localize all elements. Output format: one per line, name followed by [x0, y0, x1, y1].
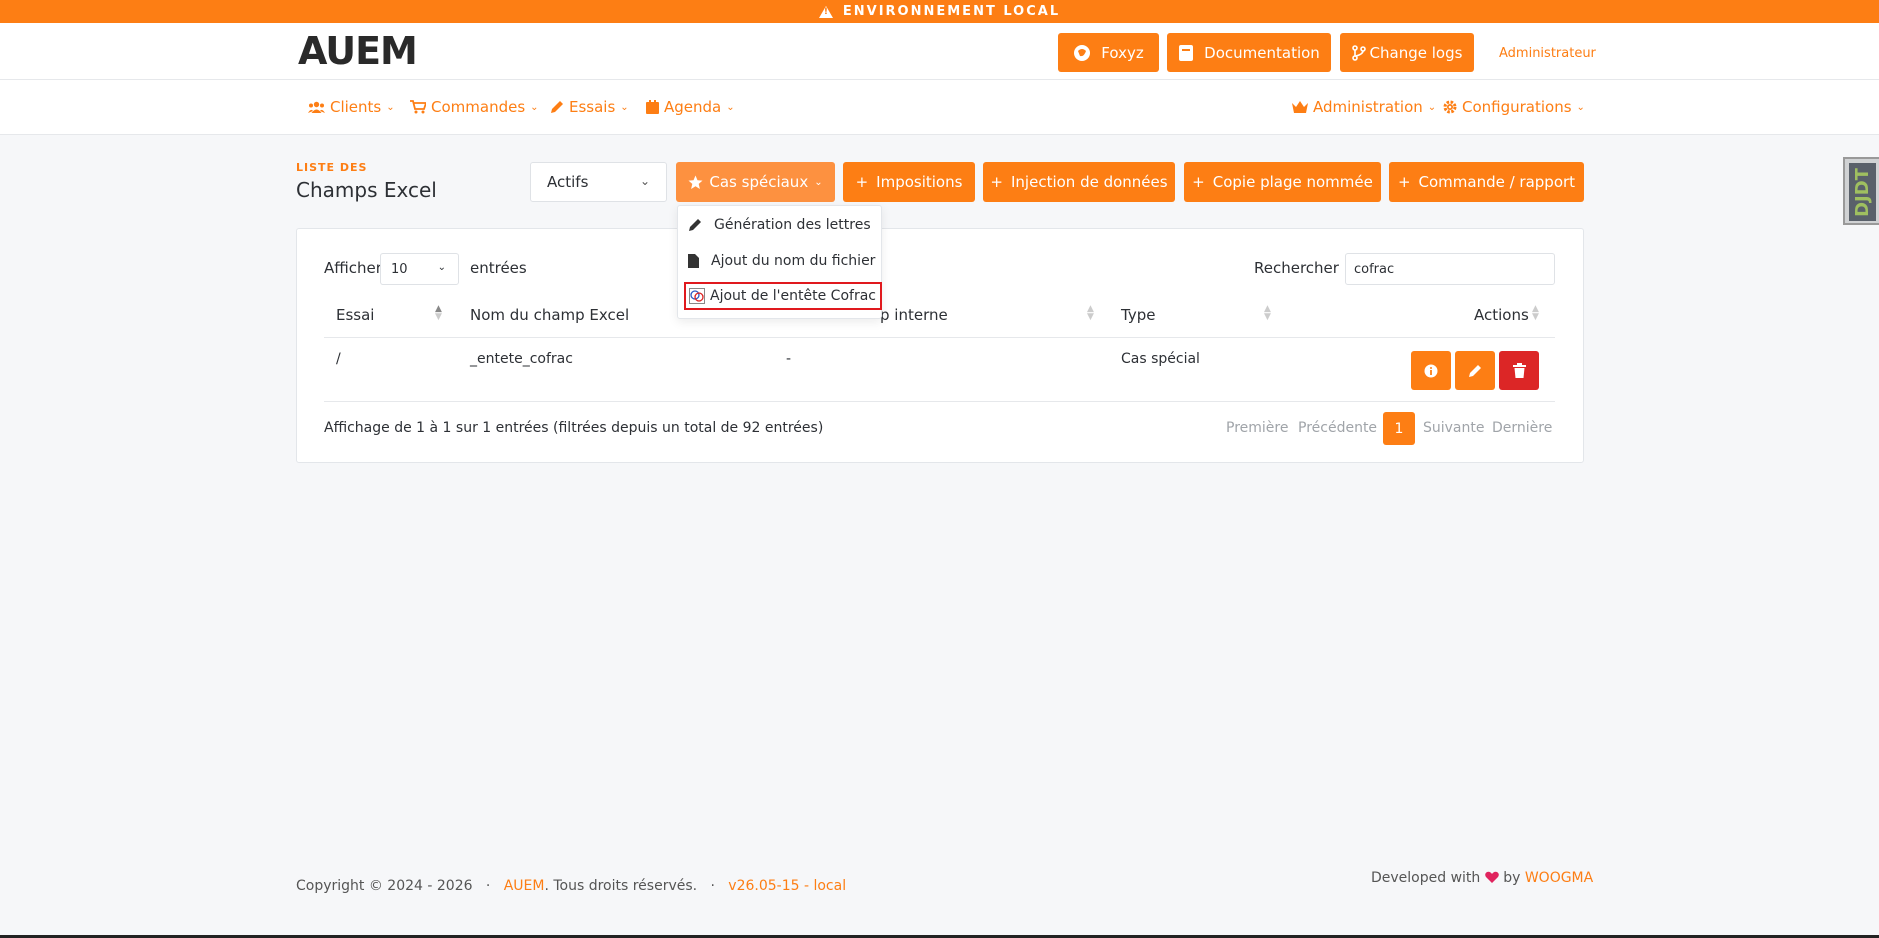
menu-item-generation-lettres[interactable]: Génération des lettres — [688, 217, 871, 233]
file-icon — [688, 254, 699, 268]
sort-icon[interactable]: ▲ ▼ — [1087, 305, 1094, 322]
page-title: Champs Excel — [296, 178, 437, 202]
environment-label: ENVIRONNEMENT LOCAL — [842, 4, 1061, 19]
chevron-down-icon: ⌄ — [620, 101, 629, 113]
pagination-previous[interactable]: Précédente — [1298, 420, 1377, 436]
column-header-actions: Actions — [1474, 306, 1529, 324]
plus-icon: + — [1192, 173, 1205, 191]
table-header-divider — [324, 337, 1555, 338]
git-branch-icon — [1351, 44, 1366, 61]
book-icon — [1179, 44, 1194, 61]
cell-champ-interne: - — [786, 351, 792, 367]
pencil-icon — [689, 219, 701, 231]
status-filter-select[interactable]: Actifs ⌄ — [530, 162, 667, 202]
table-footer-divider — [324, 401, 1555, 402]
main-navbar: Clients ⌄ Commandes ⌄ Essais ⌄ Agenda ⌄ Admi… — [0, 80, 1879, 135]
pagination-last[interactable]: Dernière — [1492, 420, 1552, 436]
page-subtitle: LISTE DES — [296, 161, 368, 174]
chevron-down-icon: ⌄ — [1427, 101, 1437, 113]
column-header-champ-interne[interactable]: p interne — [880, 306, 948, 324]
column-header-type[interactable]: Type — [1121, 306, 1155, 324]
footer-version-link[interactable]: v26.05-15 - local — [728, 878, 846, 894]
svg-text:AUEM: AUEM — [298, 33, 417, 69]
pagination-current-page[interactable]: 1 — [1383, 412, 1415, 445]
pagination-first[interactable]: Première — [1226, 420, 1288, 436]
gear-icon — [1443, 100, 1457, 114]
cell-type: Cas spécial — [1121, 351, 1200, 367]
nav-commandes[interactable]: Commandes ⌄ — [410, 98, 539, 116]
user-menu-link[interactable]: Administrateur — [1499, 46, 1596, 61]
auem-logo[interactable]: AUEM — [296, 33, 468, 69]
search-input[interactable] — [1345, 253, 1555, 285]
changelogs-button[interactable]: Change logs — [1340, 33, 1474, 72]
top-header: AUEM Foxyz Documentation Change logs Adm… — [0, 23, 1879, 80]
nav-configurations[interactable]: Configurations ⌄ — [1443, 98, 1585, 116]
pagination-next[interactable]: Suivante — [1423, 420, 1485, 436]
sort-icon[interactable]: ▲ ▼ — [1264, 305, 1271, 322]
chevron-down-icon: ⌄ — [530, 101, 539, 113]
table-info: Affichage de 1 à 1 sur 1 entrées (filtré… — [324, 420, 824, 436]
plus-icon: + — [855, 173, 869, 191]
heart-icon — [1484, 871, 1499, 883]
copie-plage-nommee-button[interactable]: + Copie plage nommée — [1184, 162, 1381, 202]
cart-icon — [410, 100, 426, 114]
plus-icon: + — [990, 173, 1003, 191]
chevron-down-icon: ⌄ — [639, 174, 650, 188]
footer-company-link[interactable]: WOOGMA — [1525, 870, 1593, 886]
commande-rapport-button[interactable]: + Commande / rapport — [1389, 162, 1584, 202]
chevron-down-icon: ⌄ — [1576, 101, 1585, 113]
pencil-icon — [1469, 364, 1481, 377]
entries-label: entrées — [470, 259, 527, 277]
impositions-button[interactable]: + Impositions — [843, 162, 975, 202]
users-icon — [308, 101, 325, 113]
trash-icon — [1512, 363, 1526, 378]
cas-speciaux-dropdown-button[interactable]: Cas spéciaux ⌄ — [676, 162, 835, 202]
search-label: Rechercher : — [1254, 259, 1349, 277]
pencil-icon — [551, 101, 563, 113]
nav-clients[interactable]: Clients ⌄ — [308, 98, 395, 116]
chevron-down-icon: ⌄ — [437, 262, 446, 273]
column-header-nom-champ[interactable]: Nom du champ Excel — [470, 306, 629, 324]
menu-item-ajout-entete-cofrac[interactable]: Ajout de l'entête Cofrac — [684, 282, 882, 310]
sort-icon[interactable]: ▲ ▼ — [1532, 305, 1539, 322]
menu-item-ajout-nom-fichier[interactable]: Ajout du nom du fichier — [688, 253, 875, 269]
edit-button[interactable] — [1455, 351, 1495, 390]
warning-icon — [818, 5, 833, 18]
nav-essais[interactable]: Essais ⌄ — [550, 98, 629, 116]
crown-icon — [1292, 101, 1308, 113]
chevron-down-icon: ⌄ — [386, 101, 395, 113]
delete-button[interactable] — [1499, 351, 1539, 390]
plus-icon: + — [1397, 173, 1411, 191]
footer-copyright: Copyright © 2024 - 2026 · AUEM. Tous dro… — [296, 878, 847, 894]
footer-credits: Developed with by WOOGMA — [1371, 870, 1594, 886]
column-header-essai[interactable]: Essai — [336, 306, 374, 324]
injection-donnees-button[interactable]: + Injection de données — [983, 162, 1175, 202]
sort-icon[interactable]: ▲ ▼ — [435, 305, 442, 322]
nav-administration[interactable]: Administration ⌄ — [1292, 98, 1436, 116]
cell-essai: / — [336, 351, 341, 367]
page-length-label: Afficher — [324, 259, 382, 277]
foxyz-icon — [1074, 44, 1091, 61]
star-icon — [688, 175, 703, 189]
documentation-button[interactable]: Documentation — [1167, 33, 1331, 72]
foxyz-button[interactable]: Foxyz — [1058, 33, 1159, 72]
debug-toolbar-handle[interactable]: DJDT — [1843, 157, 1879, 225]
chevron-down-icon: ⌄ — [814, 176, 823, 188]
cell-nom-champ: _entete_cofrac — [470, 351, 573, 367]
page-length-select[interactable]: 10 ⌄ — [380, 253, 459, 285]
calendar-icon — [646, 100, 659, 114]
info-icon — [1424, 364, 1438, 377]
environment-banner: ENVIRONNEMENT LOCAL — [0, 0, 1879, 23]
footer-brand-link[interactable]: AUEM — [504, 878, 545, 894]
details-button[interactable] — [1411, 351, 1451, 390]
cofrac-icon — [689, 288, 705, 304]
chevron-down-icon: ⌄ — [726, 101, 735, 113]
nav-agenda[interactable]: Agenda ⌄ — [646, 98, 735, 116]
